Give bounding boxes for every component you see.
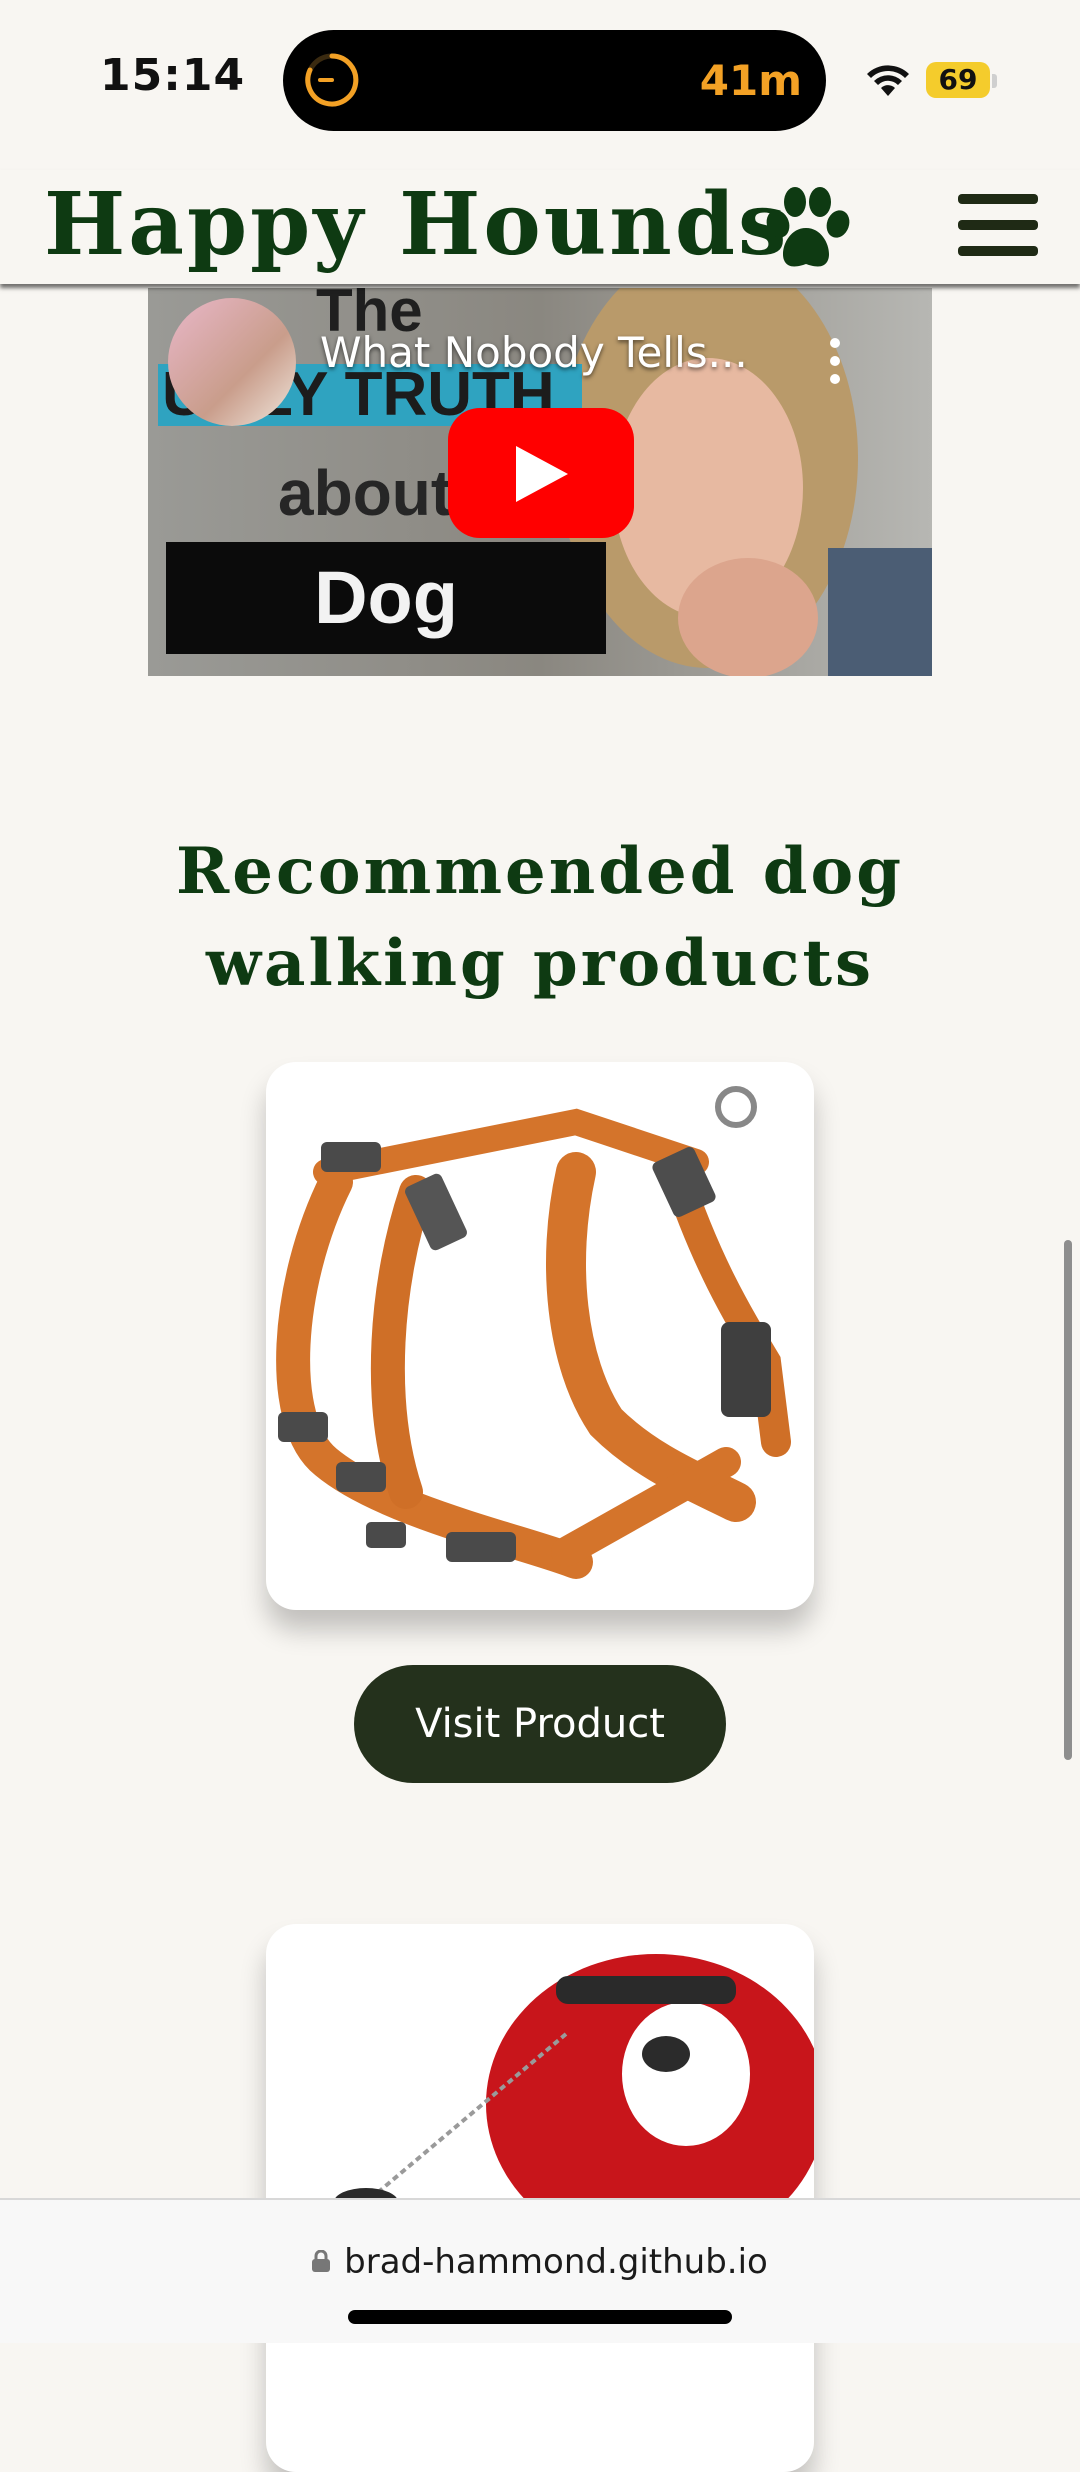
youtube-play-button[interactable]: [448, 408, 634, 538]
channel-avatar[interactable]: [168, 298, 296, 426]
url-text[interactable]: brad-hammond.github.io: [344, 2242, 768, 2282]
thumbnail-text-about: about: [278, 457, 453, 529]
lock-icon: [312, 2249, 331, 2272]
battery-indicator: 69: [926, 62, 990, 98]
video-title[interactable]: What Nobody Tells...: [320, 328, 748, 377]
home-indicator[interactable]: [348, 2310, 732, 2324]
visit-product-button[interactable]: Visit Product: [354, 1665, 726, 1783]
wifi-icon: [867, 65, 909, 96]
status-time: 15:14: [100, 50, 246, 101]
vertical-dots-icon[interactable]: [828, 336, 842, 386]
products-section-heading: Recommended dog walking products: [176, 834, 904, 1001]
timer-text: 41m: [699, 56, 802, 105]
product-card-harness[interactable]: [266, 1062, 814, 1610]
paw-icon: [766, 187, 850, 267]
thumbnail-text-dog-walking: Dog Walking: [166, 542, 606, 676]
dynamic-island[interactable]: 41m: [283, 30, 826, 131]
youtube-play-icon: [516, 446, 568, 502]
browser-address-bar[interactable]: brad-hammond.github.io: [0, 2198, 1080, 2343]
battery-cap: [992, 74, 997, 88]
embedded-video[interactable]: The UGLY TRUTH about Dog Walking What No…: [148, 288, 932, 676]
site-header: Happy Hounds: [0, 170, 1080, 284]
harness-product-image: [276, 1086, 791, 1579]
page-scrollbar[interactable]: [1064, 1240, 1072, 1760]
status-bar: 15:14 41m 69: [0, 0, 1080, 170]
site-title[interactable]: Happy Hounds: [44, 174, 789, 275]
timer-ring-icon: [305, 53, 359, 107]
url-container[interactable]: brad-hammond.github.io: [0, 2242, 1080, 2282]
hamburger-menu-icon[interactable]: [958, 188, 1038, 262]
